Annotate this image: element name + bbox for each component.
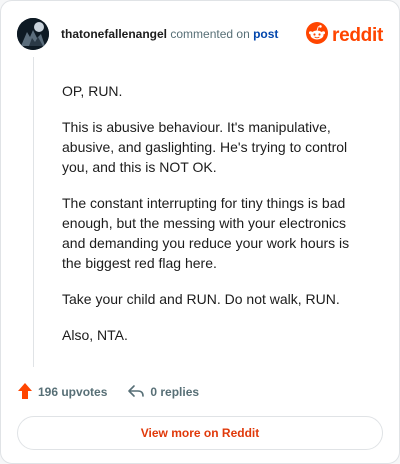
reply-count: 0 replies <box>150 385 200 399</box>
comment-paragraph: OP, RUN. <box>62 83 123 99</box>
comment-paragraph: The constant interrupting for tiny thing… <box>62 195 350 271</box>
reddit-snoo-icon <box>306 22 329 49</box>
comment-body: OP, RUN. This is abusive behaviour. It's… <box>62 81 362 361</box>
username-link[interactable]: thatonefallenangel <box>61 27 167 41</box>
embed-card: thatonefallenangel commented on post red… <box>0 0 400 464</box>
action-text: commented on <box>170 27 250 41</box>
reply-icon <box>127 383 145 402</box>
comment-paragraph: Take your child and RUN. Do not walk, RU… <box>62 291 340 307</box>
comment-actions: 196 upvotes 0 replies <box>17 381 199 403</box>
upvote-arrow-icon <box>17 382 33 403</box>
post-link[interactable]: post <box>253 27 278 41</box>
upvote-count: 196 upvotes <box>38 385 108 399</box>
comment-header: thatonefallenangel commented on post red… <box>17 17 383 51</box>
comment-meta: thatonefallenangel commented on post <box>61 26 278 42</box>
reddit-logo[interactable]: reddit <box>306 22 383 49</box>
comment-paragraph: Also, NTA. <box>62 327 128 343</box>
upvote-button[interactable]: 196 upvotes <box>17 382 107 403</box>
reply-button[interactable]: 0 replies <box>127 383 199 402</box>
avatar[interactable] <box>17 18 49 50</box>
reddit-wordmark: reddit <box>332 24 383 46</box>
view-more-button[interactable]: View more on Reddit <box>17 416 383 450</box>
thread-line <box>33 57 34 367</box>
comment-paragraph: This is abusive behaviour. It's manipula… <box>62 119 348 175</box>
